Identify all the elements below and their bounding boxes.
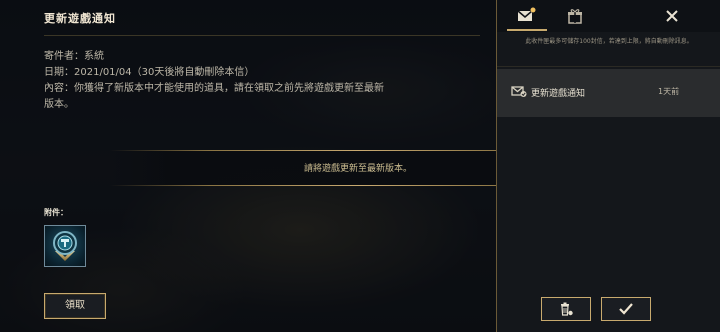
active-tab-indicator xyxy=(507,29,547,31)
confirm-read-button[interactable] xyxy=(601,297,651,321)
gift-icon xyxy=(568,9,582,24)
attachment-item[interactable] xyxy=(44,225,86,267)
inbox-capacity-notice: 此收件匣最多可儲存100封信，若達到上限，將自動刪除訊息。 xyxy=(525,38,693,45)
inbox-item-time: 1天前 xyxy=(658,87,680,96)
emblem-icon xyxy=(53,231,77,261)
inbox-item-subject: 更新遊戲通知 xyxy=(531,89,586,99)
inbox-panel: 此收件匣最多可儲存100封信，若達到上限，將自動刪除訊息。 更新遊戲通知 1天前 xyxy=(496,0,720,332)
tab-gifts[interactable] xyxy=(565,6,585,26)
title-divider xyxy=(44,35,480,36)
attachments-label: 附件： xyxy=(44,208,68,217)
claim-button[interactable]: 領取 xyxy=(44,293,106,319)
mail-title: 更新遊戲通知 xyxy=(44,12,116,25)
close-button[interactable] xyxy=(662,6,682,26)
close-icon xyxy=(666,10,678,22)
mail-sender: 寄件者：系統 xyxy=(44,51,104,62)
checkmark-icon xyxy=(619,303,633,315)
mail-content-line-2: 版本。 xyxy=(44,99,74,110)
trash-icon xyxy=(561,302,573,316)
tab-mail[interactable] xyxy=(516,6,536,26)
inbox-list-item[interactable]: 更新遊戲通知 1天前 xyxy=(497,69,720,117)
mail-update-icon xyxy=(511,86,527,97)
delete-mail-button[interactable] xyxy=(541,297,591,321)
mail-content-line-1: 內容：你獲得了新版本中才能使用的道具，請在領取之前先將遊戲更新至最新 xyxy=(44,83,384,94)
notice-divider xyxy=(497,66,720,67)
mail-icon xyxy=(517,7,536,21)
mail-date: 日期：2021/01/04（30天後將自動刪除本信） xyxy=(44,67,255,78)
inbox-tab-bar xyxy=(497,0,720,32)
